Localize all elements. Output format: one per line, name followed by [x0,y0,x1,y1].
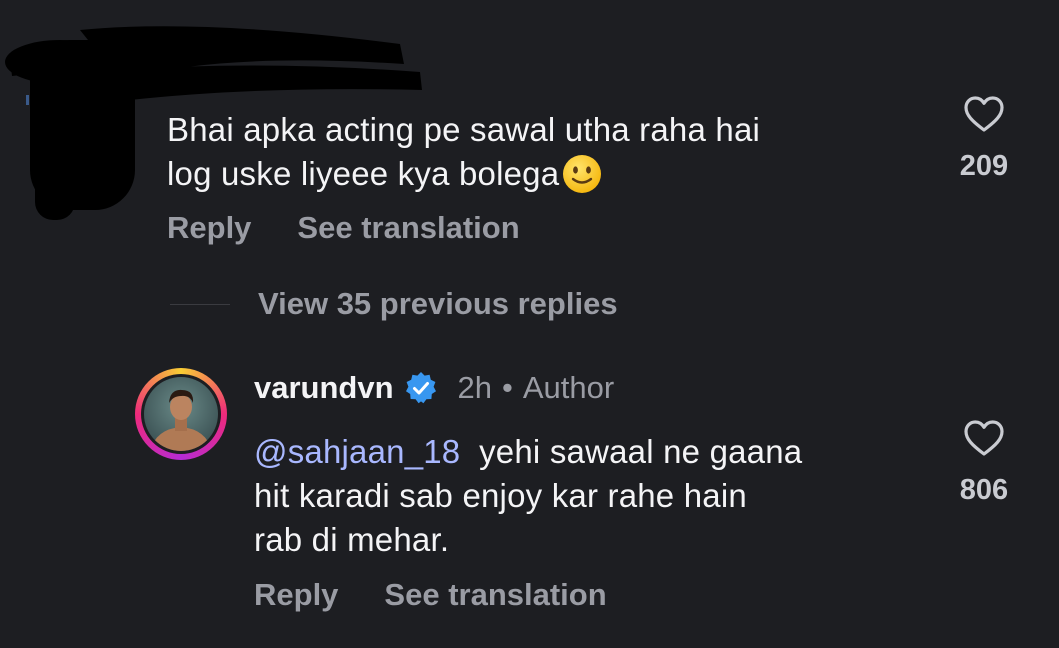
reply-line-1-text: yehi sawaal ne gaana [479,433,803,470]
comment-like: 209 [944,94,1024,183]
avatar-ring-gap [141,374,221,454]
like-count: 806 [959,474,1009,506]
reply-line-3: rab di mehar. [254,521,450,558]
reply-body: @sahjaan_18 yehi sawaal ne gaana hit kar… [254,430,802,562]
comment-line-2: log uske liyeee kya bolega [167,152,760,196]
replies-divider-line [170,303,230,305]
see-translation-button[interactable]: See translation [384,577,606,613]
reply-timestamp: 2h [457,370,493,405]
heart-outline-icon[interactable] [962,418,1006,458]
comment-line-2-text: log uske liyeee kya bolega [167,155,560,192]
avatar[interactable] [135,368,227,460]
reply-like: 806 [944,418,1024,507]
see-translation-button[interactable]: See translation [297,210,519,246]
heart-outline-icon[interactable] [962,94,1006,134]
profile-photo [144,377,218,451]
comment-body: Bhai apka acting pe sawal utha raha hai … [167,108,760,196]
view-previous-replies[interactable]: View 35 previous replies [170,286,618,322]
reply-line-1: @sahjaan_18 yehi sawaal ne gaana [254,430,802,474]
slightly-smiling-face-emoji [563,155,602,193]
comment-line-1: Bhai apka acting pe sawal utha raha hai [167,111,761,148]
reply-button[interactable]: Reply [254,577,338,613]
comments-thread: Bhai apka acting pe sawal utha raha hai … [0,0,1059,648]
verified-badge-icon [405,372,436,404]
reply-actions: Reply See translation [254,577,607,613]
reply-author-row: varundvn 2h • Author [254,370,614,406]
comment-actions: Reply See translation [167,210,520,246]
reply-button[interactable]: Reply [167,210,251,246]
like-count: 209 [959,150,1009,182]
mention-link[interactable]: @sahjaan_18 [254,433,460,470]
reply-line-2: hit karadi sab enjoy kar rahe hain [254,477,747,514]
username[interactable]: varundvn [254,370,394,406]
author-tag: Author [522,370,615,405]
view-replies-label[interactable]: View 35 previous replies [258,286,618,322]
separator-dot: • [502,370,513,405]
